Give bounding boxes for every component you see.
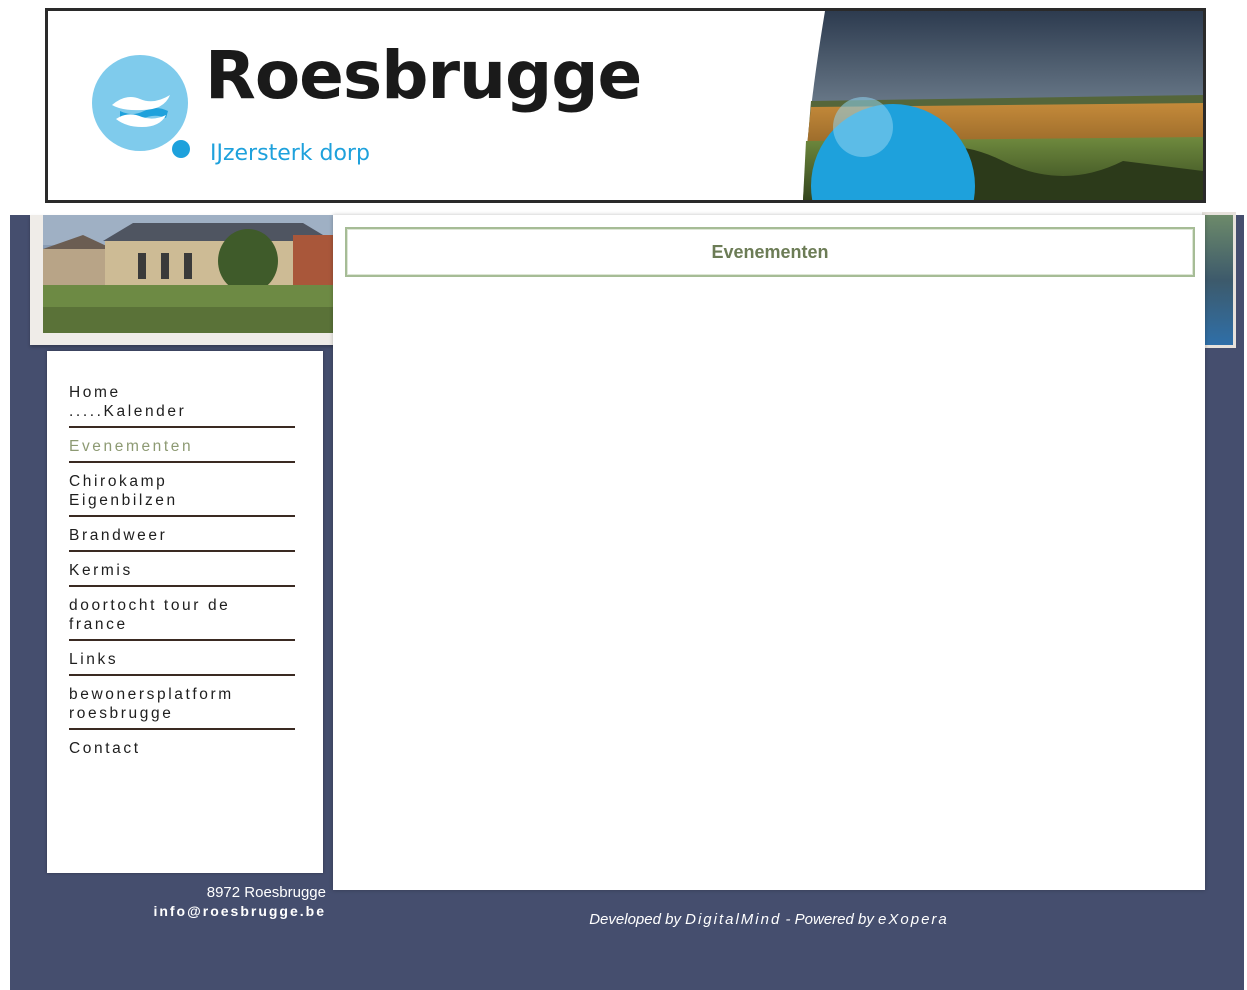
nav-item-label[interactable]: Evenementen (69, 437, 295, 456)
nav-item-label[interactable]: Home .....Kalender (69, 383, 295, 421)
nav-item-evenementen[interactable]: Evenementen (69, 437, 295, 463)
credits-developed-prefix: Developed by (589, 911, 686, 928)
footer-email-link[interactable]: info@roesbrugge.be (60, 902, 326, 920)
footer-address-block: 8972 Roesbrugge info@roesbrugge.be (60, 884, 326, 920)
nav-item-label[interactable]: Brandweer (69, 526, 295, 545)
credits-developer-link[interactable]: DigitalMind (685, 911, 781, 928)
nav-item-label[interactable]: Contact (69, 739, 295, 758)
nav-item-home-kalender[interactable]: Home .....Kalender (69, 383, 295, 428)
sidebar-nav: Home .....Kalender Evenementen Chirokamp… (47, 351, 323, 763)
page-title: Evenementen (711, 242, 829, 262)
nav-item-label[interactable]: bewonersplatform roesbrugge (69, 685, 295, 723)
nav-item-contact[interactable]: Contact (69, 739, 295, 763)
content-panel: Evenementen (333, 215, 1205, 890)
nav-item-label[interactable]: Kermis (69, 561, 295, 580)
church-photo-frame (30, 215, 335, 345)
nav-item-chirokamp[interactable]: Chirokamp Eigenbilzen (69, 472, 295, 517)
roesbrugge-logo-icon[interactable] (92, 55, 208, 171)
sidebar: Home .....Kalender Evenementen Chirokamp… (47, 351, 323, 873)
footer-credits: Developed by DigitalMind - Powered by eX… (333, 911, 1205, 928)
page-title-box: Evenementen (345, 227, 1195, 277)
nav-item-links[interactable]: Links (69, 650, 295, 676)
site-header-banner: Roesbrugge IJzersterk dorp (45, 8, 1206, 203)
credits-separator: - Powered by (781, 911, 879, 928)
nav-item-brandweer[interactable]: Brandweer (69, 526, 295, 552)
nav-item-label[interactable]: doortocht tour de france (69, 596, 295, 634)
church-photo (43, 215, 333, 333)
footer-address: 8972 Roesbrugge (206, 884, 326, 901)
nav-item-tour-de-france[interactable]: doortocht tour de france (69, 596, 295, 641)
brand-name[interactable]: Roesbrugge (205, 43, 642, 109)
nav-item-bewonersplatform[interactable]: bewonersplatform roesbrugge (69, 685, 295, 730)
landscape-photo (803, 11, 1203, 200)
brand-tagline: IJzersterk dorp (210, 141, 370, 166)
nav-item-label[interactable]: Chirokamp Eigenbilzen (69, 472, 295, 510)
decorative-photo-strip (1205, 215, 1233, 345)
credits-platform-link[interactable]: eXopera (878, 911, 949, 928)
nav-item-label[interactable]: Links (69, 650, 295, 669)
nav-item-kermis[interactable]: Kermis (69, 561, 295, 587)
